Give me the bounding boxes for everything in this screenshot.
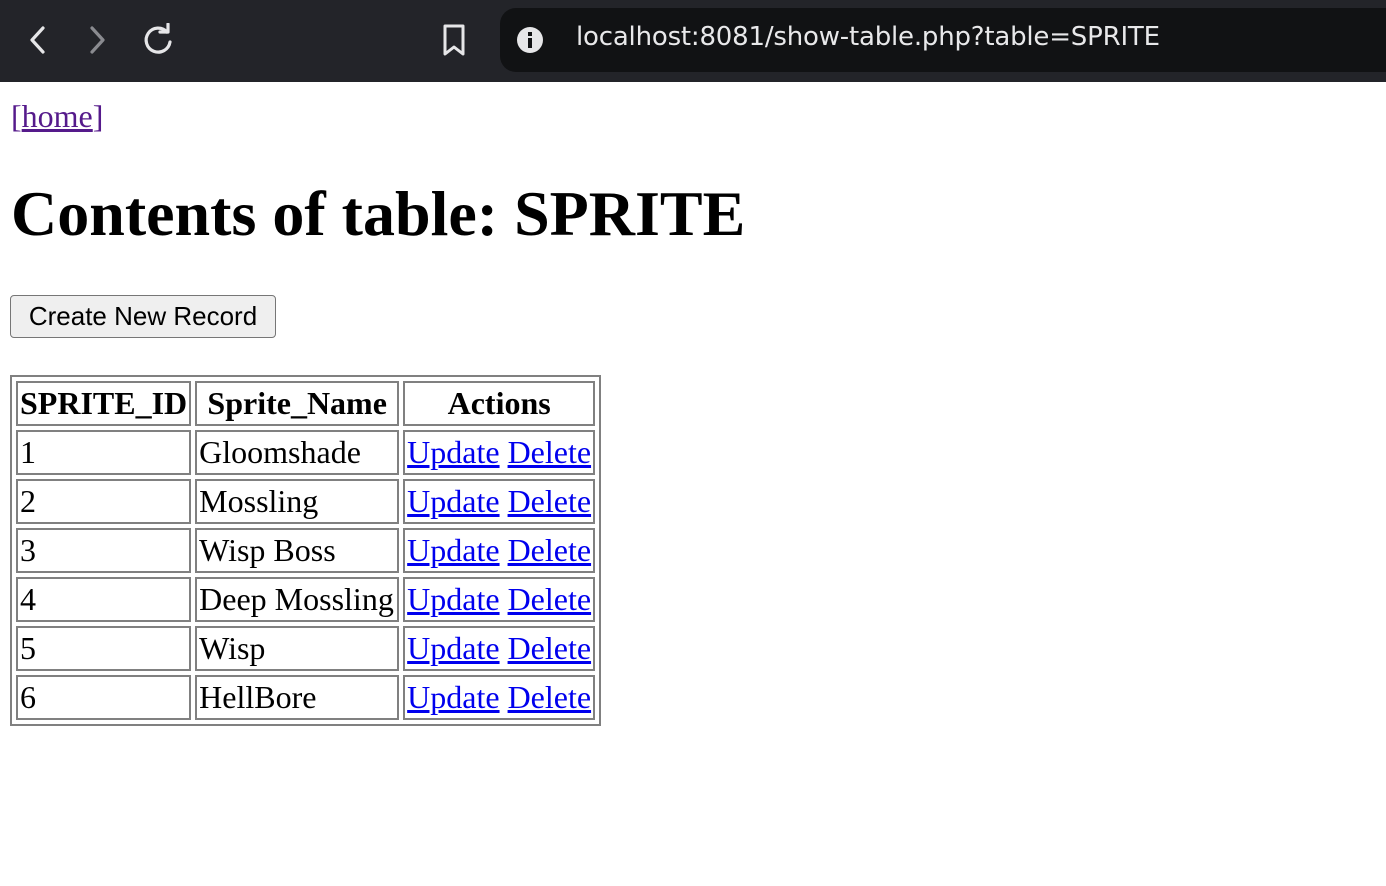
cell-actions: Update Delete <box>403 577 596 622</box>
back-arrow-icon <box>30 26 45 54</box>
delete-link[interactable]: Delete <box>508 630 592 666</box>
column-header-actions: Actions <box>403 381 596 426</box>
table-row: 1 Gloomshade Update Delete <box>16 430 596 475</box>
table-row: 6 HellBore Update Delete <box>16 675 596 720</box>
browser-toolbar: localhost:8081/show-table.php?table=SPRI… <box>0 0 1386 82</box>
records-table: SPRITE_ID Sprite_Name Actions 1 Gloomsha… <box>10 375 602 726</box>
column-header-sprite-id: SPRITE_ID <box>16 381 192 426</box>
table-header-row: SPRITE_ID Sprite_Name Actions <box>16 381 596 426</box>
update-link[interactable]: Update <box>407 434 499 470</box>
table-row: 5 Wisp Update Delete <box>16 626 596 671</box>
bookmark-button[interactable] <box>434 20 474 60</box>
bookmark-icon <box>443 24 465 56</box>
cell-sprite-name: Wisp <box>195 626 400 671</box>
home-bracket-open: [ <box>11 98 22 134</box>
cell-sprite-name: Gloomshade <box>195 430 400 475</box>
table-row: 2 Mossling Update Delete <box>16 479 596 524</box>
cell-sprite-id: 5 <box>16 626 192 671</box>
forward-arrow-icon <box>90 26 105 54</box>
create-new-record-button[interactable]: Create New Record <box>10 295 276 338</box>
delete-link[interactable]: Delete <box>508 483 592 519</box>
home-nav: [home] <box>11 98 103 135</box>
home-bracket-close: ] <box>92 98 104 134</box>
cell-sprite-name: Deep Mossling <box>195 577 400 622</box>
update-link[interactable]: Update <box>407 532 499 568</box>
cell-actions: Update Delete <box>403 430 596 475</box>
info-icon[interactable] <box>516 26 544 54</box>
address-bar[interactable]: localhost:8081/show-table.php?table=SPRI… <box>500 8 1386 72</box>
update-link[interactable]: Update <box>407 581 499 617</box>
delete-link[interactable]: Delete <box>508 581 592 617</box>
cell-sprite-name: Mossling <box>195 479 400 524</box>
cell-actions: Update Delete <box>403 675 596 720</box>
cell-sprite-id: 4 <box>16 577 192 622</box>
cell-actions: Update Delete <box>403 479 596 524</box>
cell-sprite-name: HellBore <box>195 675 400 720</box>
table-row: 4 Deep Mossling Update Delete <box>16 577 596 622</box>
page-title: Contents of table: SPRITE <box>11 178 746 249</box>
cell-actions: Update Delete <box>403 626 596 671</box>
cell-sprite-id: 2 <box>16 479 192 524</box>
forward-button[interactable] <box>77 20 117 60</box>
cell-sprite-id: 3 <box>16 528 192 573</box>
cell-sprite-name: Wisp Boss <box>195 528 400 573</box>
cell-sprite-id: 6 <box>16 675 192 720</box>
url-text: localhost:8081/show-table.php?table=SPRI… <box>576 22 1160 52</box>
update-link[interactable]: Update <box>407 483 499 519</box>
delete-link[interactable]: Delete <box>508 434 592 470</box>
delete-link[interactable]: Delete <box>508 679 592 715</box>
update-link[interactable]: Update <box>407 630 499 666</box>
back-button[interactable] <box>18 20 58 60</box>
reload-icon <box>144 23 172 54</box>
reload-button[interactable] <box>138 20 178 60</box>
page-content: [home] Contents of table: SPRITE Create … <box>0 82 1386 886</box>
cell-actions: Update Delete <box>403 528 596 573</box>
update-link[interactable]: Update <box>407 679 499 715</box>
column-header-sprite-name: Sprite_Name <box>195 381 400 426</box>
table-row: 3 Wisp Boss Update Delete <box>16 528 596 573</box>
home-link[interactable]: home <box>22 98 93 134</box>
cell-sprite-id: 1 <box>16 430 192 475</box>
delete-link[interactable]: Delete <box>508 532 592 568</box>
